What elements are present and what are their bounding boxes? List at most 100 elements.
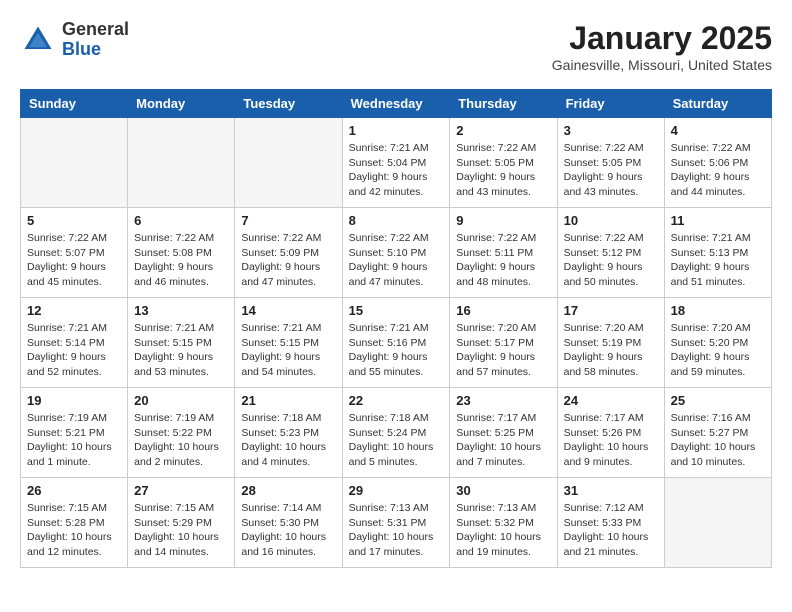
calendar-cell — [21, 118, 128, 208]
col-header-monday: Monday — [128, 90, 235, 118]
calendar-cell: 21 Sunrise: 7:18 AMSunset: 5:23 PMDayligh… — [235, 388, 342, 478]
day-info: Sunrise: 7:21 AMSunset: 5:15 PMDaylight:… — [134, 321, 228, 380]
col-header-tuesday: Tuesday — [235, 90, 342, 118]
location: Gainesville, Missouri, United States — [552, 57, 772, 73]
day-info: Sunrise: 7:22 AMSunset: 5:06 PMDaylight:… — [671, 141, 765, 200]
day-number: 3 — [564, 123, 658, 138]
calendar-cell: 27 Sunrise: 7:15 AMSunset: 5:29 PMDayligh… — [128, 478, 235, 568]
col-header-sunday: Sunday — [21, 90, 128, 118]
day-number: 16 — [456, 303, 550, 318]
calendar-cell: 22 Sunrise: 7:18 AMSunset: 5:24 PMDayligh… — [342, 388, 450, 478]
calendar-cell: 10Sunrise: 7:22 AMSunset: 5:12 PMDayligh… — [557, 208, 664, 298]
calendar-cell: 9 Sunrise: 7:22 AMSunset: 5:11 PMDaylight… — [450, 208, 557, 298]
day-info: Sunrise: 7:20 AMSunset: 5:20 PMDaylight:… — [671, 321, 765, 380]
calendar-cell: 1 Sunrise: 7:21 AMSunset: 5:04 PMDaylight… — [342, 118, 450, 208]
calendar-cell: 28Sunrise: 7:14 AMSunset: 5:30 PMDayligh… — [235, 478, 342, 568]
day-info: Sunrise: 7:22 AMSunset: 5:10 PMDaylight:… — [349, 231, 444, 290]
day-number: 31 — [564, 483, 658, 498]
day-info: Sunrise: 7:21 AMSunset: 5:14 PMDaylight:… — [27, 321, 121, 380]
calendar-cell: 19 Sunrise: 7:19 AMSunset: 5:21 PMDayligh… — [21, 388, 128, 478]
calendar-cell: 30 Sunrise: 7:13 AMSunset: 5:32 PMDayligh… — [450, 478, 557, 568]
page-header: General Blue January 2025 Gainesville, M… — [20, 20, 772, 73]
day-info: Sunrise: 7:19 AMSunset: 5:21 PMDaylight:… — [27, 411, 121, 470]
col-header-wednesday: Wednesday — [342, 90, 450, 118]
calendar-cell: 26 Sunrise: 7:15 AMSunset: 5:28 PMDayligh… — [21, 478, 128, 568]
day-number: 27 — [134, 483, 228, 498]
calendar-cell: 8 Sunrise: 7:22 AMSunset: 5:10 PMDaylight… — [342, 208, 450, 298]
day-info: Sunrise: 7:18 AMSunset: 5:23 PMDaylight:… — [241, 411, 335, 470]
day-number: 24 — [564, 393, 658, 408]
day-number: 29 — [349, 483, 444, 498]
day-info: Sunrise: 7:21 AMSunset: 5:16 PMDaylight:… — [349, 321, 444, 380]
day-number: 9 — [456, 213, 550, 228]
calendar-cell: 14Sunrise: 7:21 AMSunset: 5:15 PMDayligh… — [235, 298, 342, 388]
calendar-table: SundayMondayTuesdayWednesdayThursdayFrid… — [20, 89, 772, 568]
day-number: 1 — [349, 123, 444, 138]
logo: General Blue — [20, 20, 129, 60]
week-row-3: 12 Sunrise: 7:21 AMSunset: 5:14 PMDayligh… — [21, 298, 772, 388]
calendar-cell: 16 Sunrise: 7:20 AMSunset: 5:17 PMDayligh… — [450, 298, 557, 388]
day-number: 14 — [241, 303, 335, 318]
day-info: Sunrise: 7:13 AMSunset: 5:31 PMDaylight:… — [349, 501, 444, 560]
day-info: Sunrise: 7:21 AMSunset: 5:13 PMDaylight:… — [671, 231, 765, 290]
day-info: Sunrise: 7:21 AMSunset: 5:04 PMDaylight:… — [349, 141, 444, 200]
calendar-cell: 23Sunrise: 7:17 AMSunset: 5:25 PMDayligh… — [450, 388, 557, 478]
week-row-2: 5 Sunrise: 7:22 AMSunset: 5:07 PMDaylight… — [21, 208, 772, 298]
day-number: 10 — [564, 213, 658, 228]
calendar-cell — [664, 478, 771, 568]
day-info: Sunrise: 7:20 AMSunset: 5:19 PMDaylight:… — [564, 321, 658, 380]
day-info: Sunrise: 7:16 AMSunset: 5:27 PMDaylight:… — [671, 411, 765, 470]
calendar-cell: 6 Sunrise: 7:22 AMSunset: 5:08 PMDaylight… — [128, 208, 235, 298]
day-info: Sunrise: 7:13 AMSunset: 5:32 PMDaylight:… — [456, 501, 550, 560]
day-info: Sunrise: 7:15 AMSunset: 5:29 PMDaylight:… — [134, 501, 228, 560]
day-info: Sunrise: 7:18 AMSunset: 5:24 PMDaylight:… — [349, 411, 444, 470]
day-number: 25 — [671, 393, 765, 408]
day-number: 20 — [134, 393, 228, 408]
day-number: 2 — [456, 123, 550, 138]
calendar-cell: 15 Sunrise: 7:21 AMSunset: 5:16 PMDayligh… — [342, 298, 450, 388]
calendar-cell: 17 Sunrise: 7:20 AMSunset: 5:19 PMDayligh… — [557, 298, 664, 388]
month-title: January 2025 — [552, 20, 772, 57]
day-info: Sunrise: 7:22 AMSunset: 5:08 PMDaylight:… — [134, 231, 228, 290]
calendar-cell: 7Sunrise: 7:22 AMSunset: 5:09 PMDaylight… — [235, 208, 342, 298]
calendar-cell: 31 Sunrise: 7:12 AMSunset: 5:33 PMDayligh… — [557, 478, 664, 568]
day-number: 8 — [349, 213, 444, 228]
day-number: 11 — [671, 213, 765, 228]
day-number: 13 — [134, 303, 228, 318]
week-row-5: 26 Sunrise: 7:15 AMSunset: 5:28 PMDayligh… — [21, 478, 772, 568]
calendar-cell: 5 Sunrise: 7:22 AMSunset: 5:07 PMDaylight… — [21, 208, 128, 298]
day-number: 26 — [27, 483, 121, 498]
day-number: 21 — [241, 393, 335, 408]
day-info: Sunrise: 7:20 AMSunset: 5:17 PMDaylight:… — [456, 321, 550, 380]
day-number: 6 — [134, 213, 228, 228]
calendar-cell: 13 Sunrise: 7:21 AMSunset: 5:15 PMDayligh… — [128, 298, 235, 388]
day-info: Sunrise: 7:22 AMSunset: 5:07 PMDaylight:… — [27, 231, 121, 290]
day-info: Sunrise: 7:14 AMSunset: 5:30 PMDaylight:… — [241, 501, 335, 560]
calendar-cell: 20 Sunrise: 7:19 AMSunset: 5:22 PMDayligh… — [128, 388, 235, 478]
day-number: 23 — [456, 393, 550, 408]
day-info: Sunrise: 7:22 AMSunset: 5:05 PMDaylight:… — [456, 141, 550, 200]
day-number: 15 — [349, 303, 444, 318]
logo-text: General Blue — [62, 20, 129, 60]
day-number: 22 — [349, 393, 444, 408]
calendar-cell: 18 Sunrise: 7:20 AMSunset: 5:20 PMDayligh… — [664, 298, 771, 388]
calendar-cell — [128, 118, 235, 208]
day-info: Sunrise: 7:15 AMSunset: 5:28 PMDaylight:… — [27, 501, 121, 560]
day-number: 18 — [671, 303, 765, 318]
day-number: 5 — [27, 213, 121, 228]
calendar-cell: 11 Sunrise: 7:21 AMSunset: 5:13 PMDayligh… — [664, 208, 771, 298]
day-info: Sunrise: 7:19 AMSunset: 5:22 PMDaylight:… — [134, 411, 228, 470]
day-number: 19 — [27, 393, 121, 408]
day-info: Sunrise: 7:22 AMSunset: 5:05 PMDaylight:… — [564, 141, 658, 200]
calendar-cell — [235, 118, 342, 208]
day-info: Sunrise: 7:22 AMSunset: 5:11 PMDaylight:… — [456, 231, 550, 290]
day-number: 17 — [564, 303, 658, 318]
logo-icon — [20, 22, 56, 58]
day-number: 7 — [241, 213, 335, 228]
day-number: 12 — [27, 303, 121, 318]
day-info: Sunrise: 7:17 AMSunset: 5:26 PMDaylight:… — [564, 411, 658, 470]
week-row-1: 1 Sunrise: 7:21 AMSunset: 5:04 PMDaylight… — [21, 118, 772, 208]
calendar-cell: 24 Sunrise: 7:17 AMSunset: 5:26 PMDayligh… — [557, 388, 664, 478]
day-number: 30 — [456, 483, 550, 498]
day-info: Sunrise: 7:12 AMSunset: 5:33 PMDaylight:… — [564, 501, 658, 560]
